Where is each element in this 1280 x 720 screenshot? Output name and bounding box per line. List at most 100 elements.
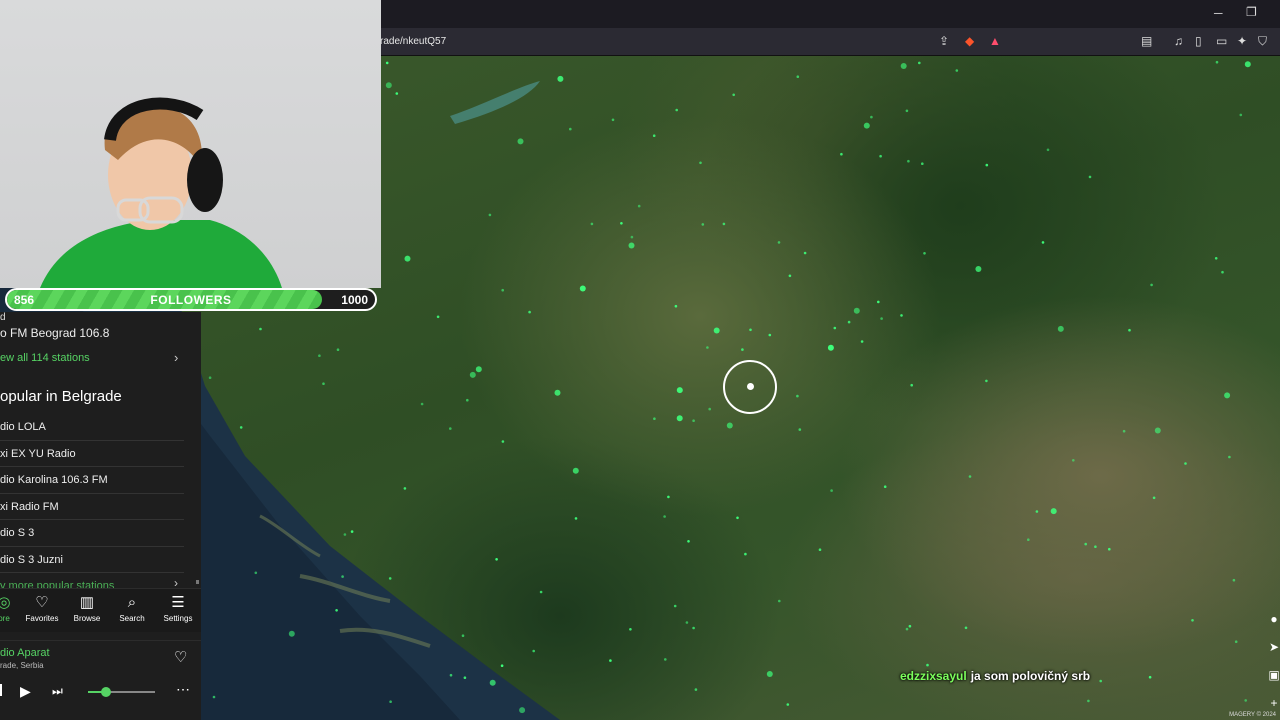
station-dot[interactable]	[1184, 462, 1187, 465]
station-dot[interactable]	[1050, 508, 1057, 515]
station-dot[interactable]	[259, 327, 262, 331]
favorite-heart-icon[interactable]: ♡	[174, 648, 187, 666]
next-icon[interactable]: ⏭	[52, 684, 63, 699]
station-dot[interactable]	[1152, 496, 1156, 500]
station-dot[interactable]	[1215, 60, 1219, 64]
station-dot[interactable]	[653, 417, 656, 421]
station-dot[interactable]	[1099, 679, 1102, 683]
tab-browse[interactable]: ▥ Browse	[65, 594, 109, 623]
station-dot[interactable]	[254, 571, 258, 575]
station-dot[interactable]	[350, 530, 354, 533]
minimize-button[interactable]: ─	[1214, 6, 1223, 20]
station-dot[interactable]	[778, 599, 781, 603]
station-dot[interactable]	[741, 348, 744, 351]
station-dot[interactable]	[528, 310, 531, 314]
globe-icon[interactable]: ●	[1270, 612, 1277, 626]
station-dot[interactable]	[532, 649, 535, 653]
station-dot[interactable]	[926, 663, 929, 667]
station-dot[interactable]	[336, 348, 340, 352]
lock-icon[interactable]: ▣	[1268, 668, 1279, 682]
station-dot[interactable]	[288, 630, 295, 637]
station-dot[interactable]	[1027, 538, 1030, 541]
station-dot[interactable]	[611, 118, 615, 122]
station-dot[interactable]	[708, 407, 711, 411]
station-dot[interactable]	[385, 82, 392, 89]
station-dot[interactable]	[667, 495, 670, 499]
station-dot[interactable]	[489, 679, 496, 686]
station-dot[interactable]	[830, 489, 833, 492]
station-dot[interactable]	[883, 485, 887, 489]
station-dot[interactable]	[590, 222, 594, 226]
station-dot[interactable]	[827, 344, 834, 351]
tab-settings[interactable]: ☰ Settings	[156, 594, 200, 623]
station-dot[interactable]	[1234, 640, 1238, 643]
station-dot[interactable]	[985, 163, 989, 167]
station-dot[interactable]	[569, 127, 572, 131]
station-dot[interactable]	[1128, 328, 1131, 332]
station-dot[interactable]	[1148, 675, 1152, 679]
station-dot[interactable]	[900, 63, 907, 69]
station-dot[interactable]	[1150, 283, 1153, 287]
station-dot[interactable]	[870, 115, 873, 119]
volume-knob[interactable]	[101, 687, 112, 697]
station-dot[interactable]	[395, 92, 399, 95]
address-bar-url[interactable]: rade/nkeutQ57	[380, 36, 446, 47]
station-dot[interactable]	[744, 552, 747, 556]
station-dot[interactable]	[488, 213, 492, 217]
station-dot[interactable]	[749, 328, 752, 332]
station-dot[interactable]	[495, 558, 498, 561]
station-dot[interactable]	[676, 387, 683, 394]
station-dot[interactable]	[239, 426, 243, 429]
play-icon[interactable]: ▶	[20, 683, 31, 700]
station-dot[interactable]	[335, 609, 338, 612]
station-dot[interactable]	[389, 700, 392, 703]
station-dot[interactable]	[1057, 325, 1064, 332]
scrollbar[interactable]	[196, 580, 199, 584]
station-list-item[interactable]: dio Karolina 106.3 FM	[0, 467, 184, 494]
station-dot[interactable]	[664, 658, 667, 661]
station-dot[interactable]	[1244, 699, 1247, 702]
station-list-item[interactable]: xi EX YU Radio	[0, 441, 184, 467]
station-dot[interactable]	[388, 577, 392, 580]
station-dot[interactable]	[1228, 455, 1231, 459]
station-dot[interactable]	[786, 703, 790, 706]
station-list-item[interactable]: dio S 3 Juzni	[0, 547, 184, 573]
share-icon[interactable]: ⇪	[939, 34, 949, 48]
station-dot[interactable]	[501, 288, 505, 292]
station-dot[interactable]	[701, 223, 705, 226]
station-dot[interactable]	[879, 154, 882, 158]
station-dot[interactable]	[975, 266, 982, 272]
station-dot[interactable]	[1154, 427, 1161, 434]
station-dot[interactable]	[840, 152, 843, 156]
station-dot[interactable]	[1094, 545, 1097, 548]
station-list-item[interactable]: xi Radio FM	[0, 494, 184, 520]
current-station-item[interactable]: o FM Beograd 106.8	[0, 326, 109, 340]
station-dot[interactable]	[736, 516, 739, 520]
station-dot[interactable]	[1072, 459, 1075, 462]
station-dot[interactable]	[910, 383, 913, 387]
station-dot[interactable]	[461, 634, 465, 637]
station-dot[interactable]	[1087, 699, 1090, 703]
vpn-icon[interactable]: ⛉	[1258, 34, 1267, 49]
station-dot[interactable]	[637, 204, 641, 208]
station-dot[interactable]	[685, 621, 689, 624]
station-dot[interactable]	[652, 134, 656, 137]
station-dot[interactable]	[539, 590, 543, 594]
station-dot[interactable]	[420, 402, 424, 406]
station-dot[interactable]	[713, 327, 720, 334]
station-dot[interactable]	[955, 69, 959, 72]
station-dot[interactable]	[726, 422, 733, 429]
station-dot[interactable]	[343, 533, 347, 536]
station-dot[interactable]	[318, 354, 321, 358]
station-dot[interactable]	[692, 626, 695, 630]
station-dot[interactable]	[907, 159, 910, 163]
brave-rewards-icon[interactable]: ▲	[989, 34, 1001, 48]
station-dot[interactable]	[341, 575, 344, 578]
station-dot[interactable]	[1191, 619, 1194, 622]
station-dot[interactable]	[404, 255, 411, 262]
station-dot[interactable]	[880, 317, 883, 320]
station-dot[interactable]	[574, 517, 578, 520]
station-dot[interactable]	[985, 379, 988, 383]
station-dot[interactable]	[579, 285, 586, 292]
station-dot[interactable]	[921, 162, 924, 165]
